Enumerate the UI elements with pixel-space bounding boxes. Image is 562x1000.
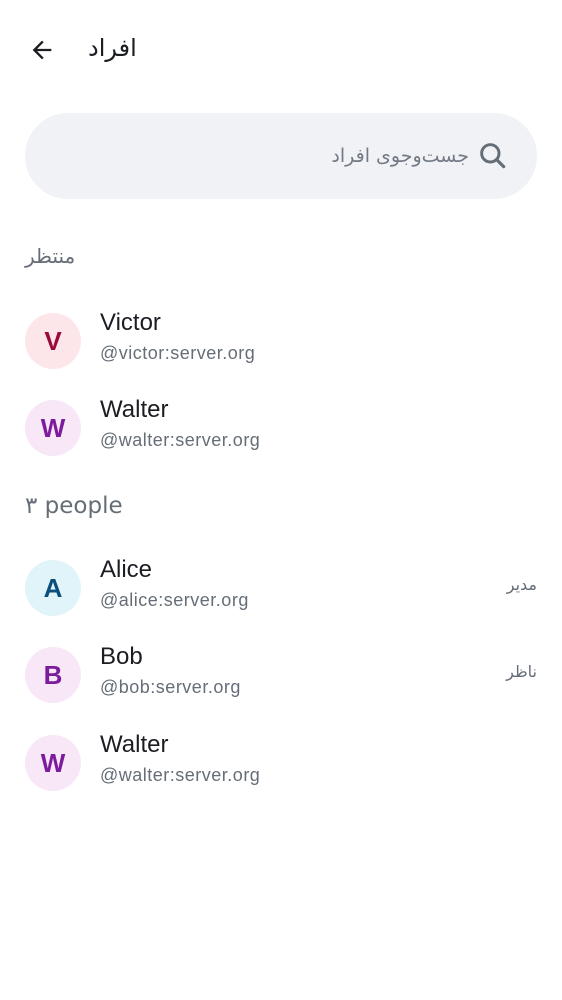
member-row-alice[interactable]: A Alice @alice:server.org مدیر: [0, 547, 562, 629]
search-icon: [480, 143, 506, 169]
member-row-bob[interactable]: B Bob @bob:server.org ناظر: [0, 634, 562, 716]
member-name: Walter: [100, 396, 169, 423]
member-id: @walter:server.org: [100, 430, 261, 450]
member-name: Victor: [100, 309, 161, 336]
search-bar[interactable]: [25, 113, 537, 199]
pending-section-header: منتظر: [25, 244, 76, 268]
member-row-walter-pending[interactable]: W Walter @walter:server.org: [0, 387, 562, 469]
search-input[interactable]: [49, 113, 469, 199]
member-name: Alice: [100, 556, 153, 583]
member-row-walter[interactable]: W Walter @walter:server.org: [0, 722, 562, 804]
member-name: Walter: [100, 731, 169, 758]
avatar: A: [25, 560, 81, 616]
avatar: W: [25, 400, 81, 456]
avatar: V: [25, 313, 81, 369]
member-id: @alice:server.org: [100, 590, 249, 610]
role-label: مدیر: [506, 575, 537, 594]
role-label: ناظر: [506, 662, 537, 681]
arrow-left-icon: [32, 40, 52, 60]
member-id: @walter:server.org: [100, 765, 261, 785]
member-id: @victor:server.org: [100, 343, 256, 363]
top-app-bar: افراد: [0, 0, 562, 100]
avatar: W: [25, 735, 81, 791]
back-button[interactable]: [22, 30, 62, 70]
member-row-victor[interactable]: V Victor @victor:server.org: [0, 300, 562, 382]
member-id: @bob:server.org: [100, 677, 241, 697]
member-name: Bob: [100, 643, 143, 670]
joined-section-header: ۳ people: [25, 493, 123, 519]
page-title: افراد: [88, 34, 137, 62]
avatar: B: [25, 647, 81, 703]
